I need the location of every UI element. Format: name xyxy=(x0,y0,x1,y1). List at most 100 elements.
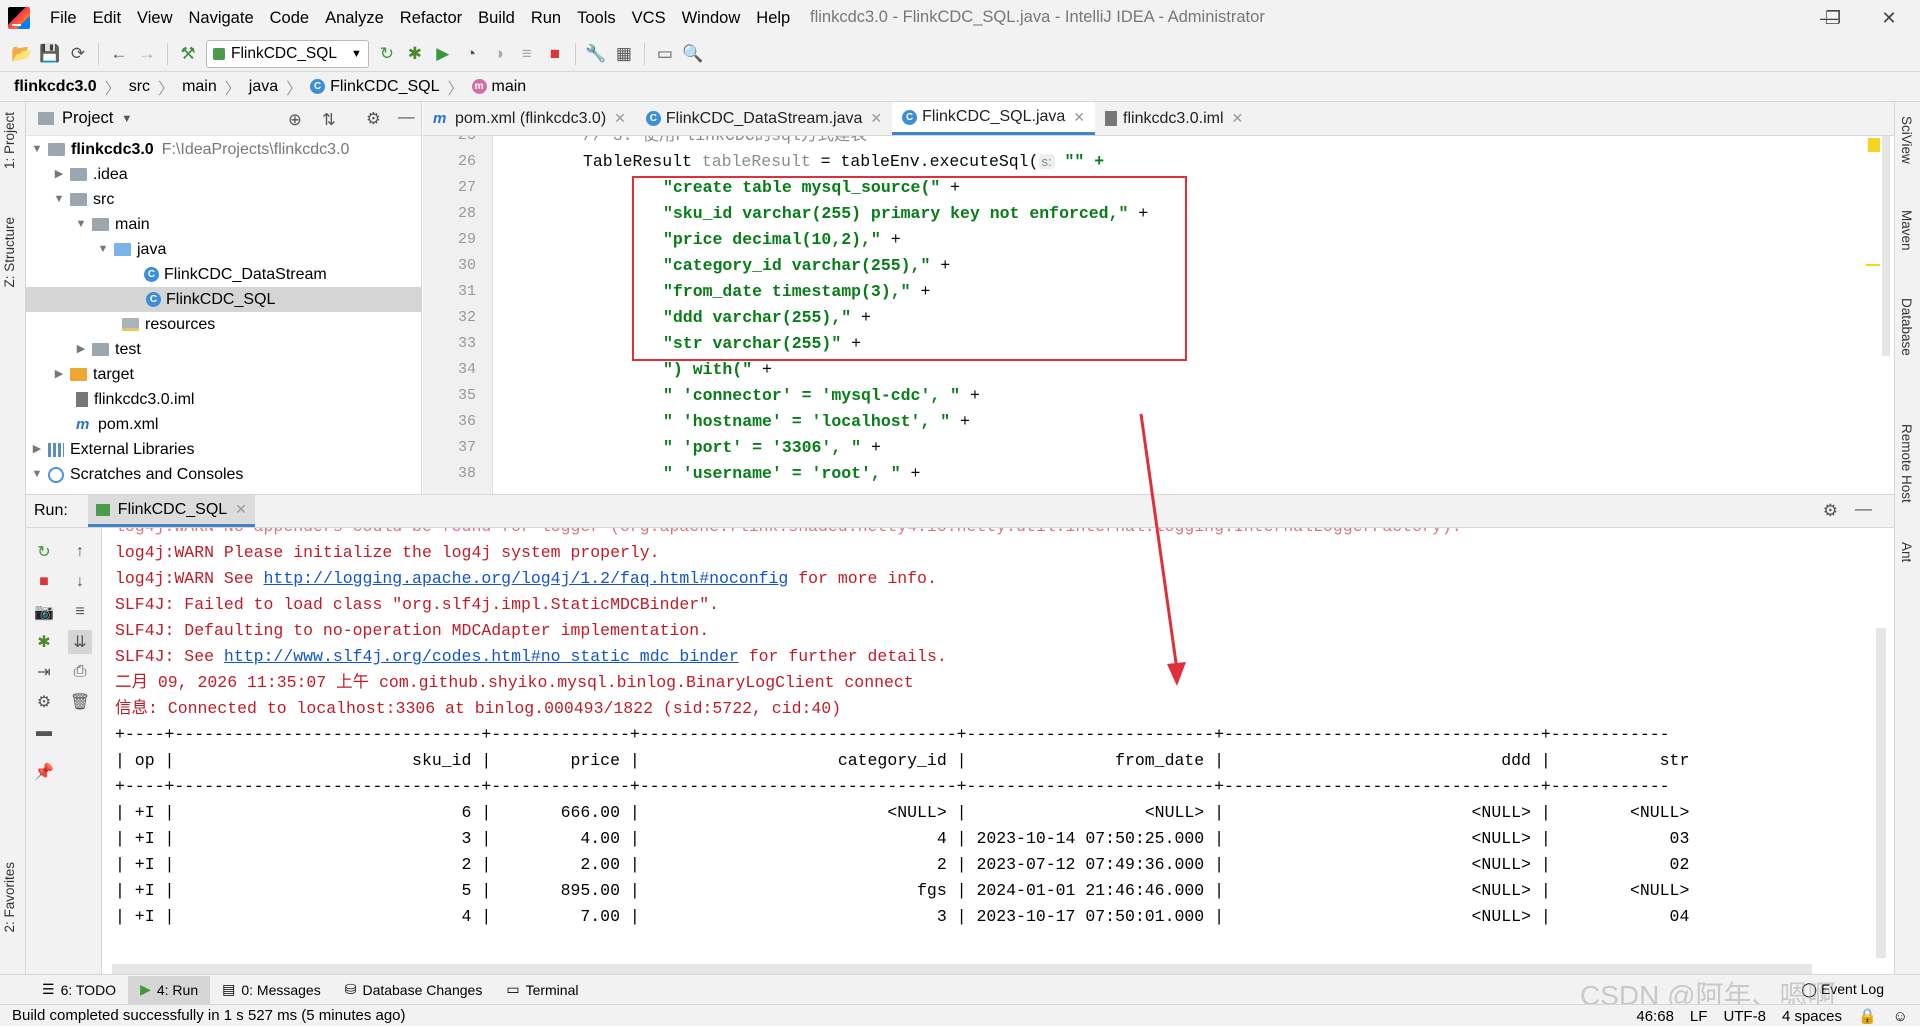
remote-host-tool-tab[interactable]: Remote Host xyxy=(1899,424,1914,503)
console-scrollbar[interactable] xyxy=(1876,628,1886,958)
structure-tool-tab[interactable]: Z: Structure xyxy=(2,217,17,288)
tree-item-datastream[interactable]: C FlinkCDC_DataStream xyxy=(144,262,327,287)
close-icon[interactable]: ✕ xyxy=(614,110,626,127)
tab-iml[interactable]: flinkcdc3.0.iml ✕ xyxy=(1095,102,1253,135)
run-tab[interactable]: FlinkCDC_SQL ✕ xyxy=(87,495,255,527)
breadcrumb-main[interactable]: main xyxy=(182,78,217,96)
close-icon[interactable]: ✕ xyxy=(235,501,247,518)
caret-position[interactable]: 46:68 xyxy=(1636,1008,1674,1025)
hide-panel-icon[interactable]: — xyxy=(1855,499,1872,519)
tree-item-test[interactable]: ▶ test xyxy=(74,337,141,362)
print-icon[interactable]: ⎙ xyxy=(68,660,92,684)
debug-icon[interactable]: ✱ xyxy=(32,630,56,654)
tree-item-sql[interactable]: C FlinkCDC_SQL xyxy=(26,287,421,312)
run-configuration-select[interactable]: FlinkCDC_SQL ▼ xyxy=(206,39,369,68)
tree-item-resources[interactable]: resources xyxy=(122,312,215,337)
menu-window[interactable]: Window xyxy=(674,0,749,36)
console-link[interactable]: http://logging.apache.org/log4j/1.2/faq.… xyxy=(264,569,789,588)
menu-refactor[interactable]: Refactor xyxy=(392,0,470,36)
tree-item-java[interactable]: ▼ java xyxy=(96,237,167,262)
project-structure-icon[interactable]: ▦ xyxy=(610,40,638,68)
warning-stripe[interactable] xyxy=(1866,264,1880,266)
console-output[interactable]: log4j:WARN No appenders could be found f… xyxy=(102,528,1894,974)
close-icon[interactable]: ✕ xyxy=(1073,109,1085,126)
tree-item-target[interactable]: ▶ target xyxy=(52,362,134,387)
console-link[interactable]: http://www.slf4j.org/codes.html#no_stati… xyxy=(224,647,739,666)
menu-edit[interactable]: Edit xyxy=(85,0,129,36)
save-icon[interactable]: 💾 xyxy=(36,40,64,68)
trash-icon[interactable]: 🗑 xyxy=(68,690,92,714)
menu-analyze[interactable]: Analyze xyxy=(317,0,392,36)
rerun-icon[interactable]: ↻ xyxy=(373,40,401,68)
tab-todo[interactable]: ☰ 6: TODO xyxy=(30,976,128,1004)
forward-icon[interactable]: → xyxy=(133,40,161,68)
menu-file[interactable]: File xyxy=(42,0,85,36)
maven-tool-tab[interactable]: Maven xyxy=(1899,210,1914,251)
tab-run[interactable]: ▶ 4: Run xyxy=(128,975,211,1004)
scroll-up-icon[interactable]: ↑ xyxy=(68,540,92,564)
import-icon[interactable]: ⇥ xyxy=(32,660,56,684)
menu-vcs[interactable]: VCS xyxy=(624,0,674,36)
lock-icon[interactable]: 🔒 xyxy=(1858,1007,1877,1025)
pin-icon[interactable]: 📌 xyxy=(32,760,56,784)
hector-icon[interactable]: ☺ xyxy=(1893,1008,1908,1025)
menu-code[interactable]: Code xyxy=(262,0,317,36)
menu-view[interactable]: View xyxy=(129,0,180,36)
tab-messages[interactable]: ▤ 0: Messages xyxy=(210,976,333,1004)
breadcrumb-project[interactable]: flinkcdc3.0 xyxy=(14,78,97,96)
breadcrumb-class[interactable]: FlinkCDC_SQL xyxy=(330,78,439,96)
project-panel-title[interactable]: Project xyxy=(62,109,113,128)
settings-icon[interactable]: ⚙ xyxy=(32,690,56,714)
tree-item-pom[interactable]: m pom.xml xyxy=(76,412,158,437)
tree-item-main[interactable]: ▼ main xyxy=(74,212,150,237)
console-horizontal-scrollbar[interactable] xyxy=(112,964,1812,974)
stop-icon[interactable]: ■ xyxy=(541,40,569,68)
tab-pom[interactable]: m pom.xml (flinkcdc3.0) ✕ xyxy=(423,102,636,135)
menu-navigate[interactable]: Navigate xyxy=(181,0,262,36)
editor-scrollbar[interactable] xyxy=(1882,136,1890,356)
tree-item-external-libraries[interactable]: ▶ External Libraries xyxy=(30,437,195,462)
status-message[interactable]: Build completed successfully in 1 s 527 … xyxy=(12,1007,406,1024)
locate-icon[interactable]: ⊕ xyxy=(288,110,302,130)
sync-icon[interactable]: ⟳ xyxy=(64,40,92,68)
warning-marker-icon[interactable] xyxy=(1868,138,1880,152)
close-icon[interactable]: ✕ xyxy=(870,110,882,127)
coverage-icon[interactable]: ▶ xyxy=(429,40,457,68)
rerun-icon[interactable]: ↻ xyxy=(32,540,56,564)
line-separator[interactable]: LF xyxy=(1690,1008,1708,1025)
indent-setting[interactable]: 4 spaces xyxy=(1782,1008,1842,1025)
tab-datastream[interactable]: C FlinkCDC_DataStream.java ✕ xyxy=(636,102,892,135)
terminal-window-icon[interactable]: ▭ xyxy=(651,40,679,68)
build-hammer-icon[interactable]: ⚒ xyxy=(174,40,202,68)
favorites-tool-tab[interactable]: 2: Favorites xyxy=(2,862,17,933)
tab-database-changes[interactable]: ⛁ Database Changes xyxy=(333,976,495,1004)
hide-panel-icon[interactable]: — xyxy=(398,108,415,127)
menu-tools[interactable]: Tools xyxy=(569,0,624,36)
collapse-all-icon[interactable]: ⇅ xyxy=(322,110,336,130)
menu-build[interactable]: Build xyxy=(470,0,523,36)
debug-icon[interactable]: ✱ xyxy=(401,40,429,68)
menu-run[interactable]: Run xyxy=(523,0,569,36)
search-icon[interactable]: 🔍 xyxy=(679,40,707,68)
gear-icon[interactable]: ⚙ xyxy=(366,109,381,129)
gear-icon[interactable]: ⚙ xyxy=(1823,501,1838,521)
breadcrumb-src[interactable]: src xyxy=(129,78,150,96)
stop-icon[interactable]: ■ xyxy=(32,570,56,594)
layout-icon[interactable]: ▬ xyxy=(32,720,56,744)
close-icon[interactable]: ✕ xyxy=(1232,110,1244,127)
file-encoding[interactable]: UTF-8 xyxy=(1723,1008,1766,1025)
step-icon[interactable]: ≡ xyxy=(513,40,541,68)
profile-icon[interactable]: ◔ xyxy=(457,40,485,68)
chevron-down-icon[interactable]: ▼ xyxy=(121,113,132,125)
soft-wrap-icon[interactable]: ≡ xyxy=(68,600,92,624)
tab-sql[interactable]: C FlinkCDC_SQL.java ✕ xyxy=(892,102,1096,135)
tab-terminal[interactable]: ▭ Terminal xyxy=(494,976,590,1004)
database-tool-tab[interactable]: Database xyxy=(1899,298,1914,356)
tree-item-iml[interactable]: flinkcdc3.0.iml xyxy=(76,387,194,412)
scroll-down-icon[interactable]: ↓ xyxy=(68,570,92,594)
close-window-button[interactable]: ✕ xyxy=(1866,0,1912,36)
ant-tool-tab[interactable]: Ant xyxy=(1899,542,1914,562)
sciview-tool-tab[interactable]: SciView xyxy=(1899,116,1914,164)
project-tool-tab[interactable]: 1: Project xyxy=(2,112,17,169)
tree-item-src[interactable]: ▼ src xyxy=(52,187,115,212)
